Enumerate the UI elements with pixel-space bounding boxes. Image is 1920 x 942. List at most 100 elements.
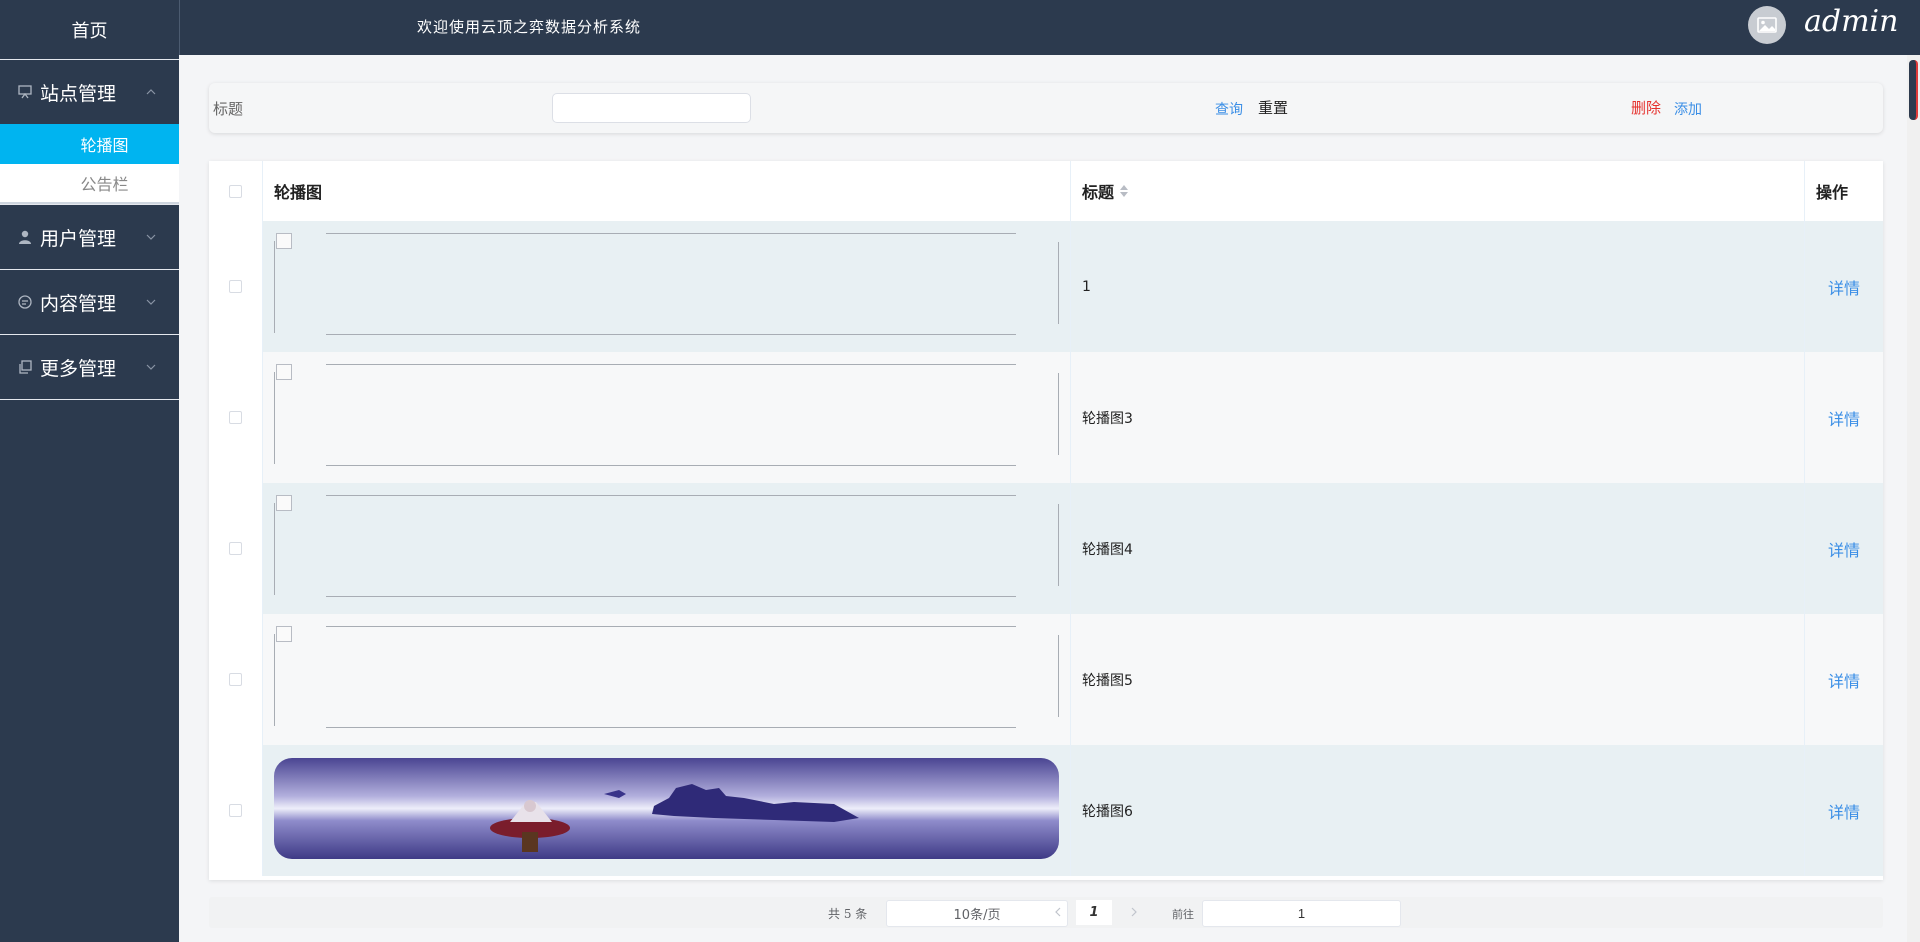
row-title: 轮播图4 — [1071, 483, 1805, 614]
search-title-input[interactable] — [552, 93, 751, 123]
detail-button[interactable]: 详情 — [1828, 799, 1860, 823]
reset-button[interactable]: 重置 — [1258, 97, 1288, 118]
row-select-cell — [209, 221, 263, 352]
sidebar-group-users-header[interactable]: 用户管理 — [0, 205, 179, 269]
delete-button[interactable]: 删除 — [1631, 97, 1661, 118]
copy-icon — [16, 358, 34, 376]
broken-image-icon — [274, 626, 1059, 728]
image-icon — [1757, 17, 1777, 33]
sidebar-group-users: 用户管理 — [0, 205, 179, 270]
detail-button[interactable]: 详情 — [1828, 275, 1860, 299]
sidebar-group-site: 站点管理 轮播图 公告栏 — [0, 60, 179, 205]
sidebar-group-more: 更多管理 — [0, 335, 179, 400]
sidebar: 首页 站点管理 轮播图 公告栏 用户管理 内容管理 更多管理 — [0, 0, 179, 942]
column-header-ops: 操作 — [1816, 183, 1849, 202]
page-title: 欢迎使用云顶之弈数据分析系统 — [417, 18, 642, 36]
sidebar-item-notice-label: 公告栏 — [80, 175, 129, 194]
broken-image-icon — [274, 364, 1059, 466]
avatar[interactable] — [1748, 6, 1786, 44]
sidebar-home-label: 首页 — [71, 20, 108, 42]
scrollbar[interactable] — [1907, 55, 1920, 942]
row-ops-cell: 详情 — [1805, 221, 1883, 352]
table-header: 轮播图 标题 操作 — [209, 161, 1883, 221]
search-title-label: 标题 — [213, 100, 244, 118]
row-select-cell — [209, 745, 263, 876]
row-image-cell — [263, 745, 1071, 876]
prev-page-button[interactable] — [1048, 902, 1068, 922]
row-checkbox[interactable] — [229, 673, 242, 686]
chevron-up-icon — [145, 86, 157, 98]
pagination: 共 5 条 10条/页 1 前往 — [209, 897, 1883, 928]
column-header-title-label: 标题 — [1082, 183, 1115, 202]
sidebar-group-site-label: 站点管理 — [40, 82, 117, 105]
table-row: 轮播图6 详情 — [209, 745, 1883, 876]
sidebar-group-site-header[interactable]: 站点管理 — [0, 60, 179, 124]
row-checkbox[interactable] — [229, 542, 242, 555]
row-title: 轮播图3 — [1071, 352, 1805, 483]
row-select-cell — [209, 614, 263, 745]
table-row: 轮播图5 详情 — [209, 614, 1883, 745]
chevron-right-icon — [1131, 907, 1137, 917]
table-row: 轮播图3 详情 — [209, 352, 1883, 483]
row-title: 轮播图5 — [1071, 614, 1805, 745]
sidebar-group-more-header[interactable]: 更多管理 — [0, 335, 179, 399]
column-header-title[interactable]: 标题 — [1071, 161, 1805, 221]
chat-icon — [16, 293, 34, 311]
sidebar-group-users-label: 用户管理 — [40, 227, 117, 250]
row-select-cell — [209, 352, 263, 483]
row-ops-cell: 详情 — [1805, 483, 1883, 614]
data-table: 轮播图 标题 操作 1 详情 轮播图3 详情 轮播图4 详情 轮播图5 详情 轮… — [209, 161, 1883, 880]
select-all-checkbox[interactable] — [229, 184, 242, 198]
page-size-select[interactable]: 10条/页 — [886, 900, 1068, 927]
broken-image-icon — [274, 495, 1059, 597]
row-image-cell — [263, 614, 1071, 745]
row-image-cell — [263, 483, 1071, 614]
carousel-image — [274, 758, 1059, 859]
chevron-down-icon — [145, 296, 157, 308]
scrollbar-thumb[interactable] — [1909, 60, 1918, 120]
next-page-button[interactable] — [1124, 902, 1144, 922]
user-icon — [16, 228, 34, 246]
sidebar-home[interactable]: 首页 — [0, 0, 179, 60]
table-row: 轮播图4 详情 — [209, 483, 1883, 614]
sidebar-group-content: 内容管理 — [0, 270, 179, 335]
chevron-down-icon — [145, 231, 157, 243]
chevron-left-icon — [1055, 907, 1061, 917]
sidebar-item-notice[interactable]: 公告栏 — [0, 164, 179, 204]
query-button[interactable]: 查询 — [1215, 99, 1243, 119]
row-image-cell — [263, 221, 1071, 352]
table-row: 1 详情 — [209, 221, 1883, 352]
row-ops-cell: 详情 — [1805, 352, 1883, 483]
page-number-current[interactable]: 1 — [1076, 900, 1112, 925]
row-select-cell — [209, 483, 263, 614]
row-checkbox[interactable] — [229, 280, 242, 293]
chevron-down-icon — [145, 361, 157, 373]
row-title: 轮播图6 — [1071, 745, 1805, 876]
row-ops-cell: 详情 — [1805, 745, 1883, 876]
column-header-image: 轮播图 — [263, 161, 1071, 221]
row-checkbox[interactable] — [229, 804, 242, 817]
sidebar-item-carousel-label: 轮播图 — [80, 136, 129, 155]
sidebar-group-more-label: 更多管理 — [40, 357, 117, 380]
row-ops-cell: 详情 — [1805, 614, 1883, 745]
goto-page-input[interactable] — [1202, 900, 1401, 927]
row-image-cell — [263, 352, 1071, 483]
top-header: 欢迎使用云顶之弈数据分析系统 admin — [179, 0, 1920, 55]
sidebar-item-carousel[interactable]: 轮播图 — [0, 124, 179, 164]
username[interactable]: admin — [1804, 4, 1898, 39]
sidebar-group-content-label: 内容管理 — [40, 292, 117, 315]
add-button[interactable]: 添加 — [1674, 99, 1702, 119]
page-size-value: 10条/页 — [953, 908, 1001, 923]
row-checkbox[interactable] — [229, 411, 242, 424]
detail-button[interactable]: 详情 — [1828, 537, 1860, 561]
detail-button[interactable]: 详情 — [1828, 406, 1860, 430]
broken-image-icon — [274, 233, 1059, 335]
row-title: 1 — [1071, 221, 1805, 352]
detail-button[interactable]: 详情 — [1828, 668, 1860, 692]
sidebar-group-content-header[interactable]: 内容管理 — [0, 270, 179, 334]
easel-icon — [16, 83, 34, 101]
search-panel: 标题 查询 重置 删除 添加 — [209, 83, 1883, 133]
sort-icon[interactable] — [1120, 185, 1129, 197]
goto-label: 前往 — [1172, 908, 1194, 921]
header-select-all — [209, 161, 263, 221]
